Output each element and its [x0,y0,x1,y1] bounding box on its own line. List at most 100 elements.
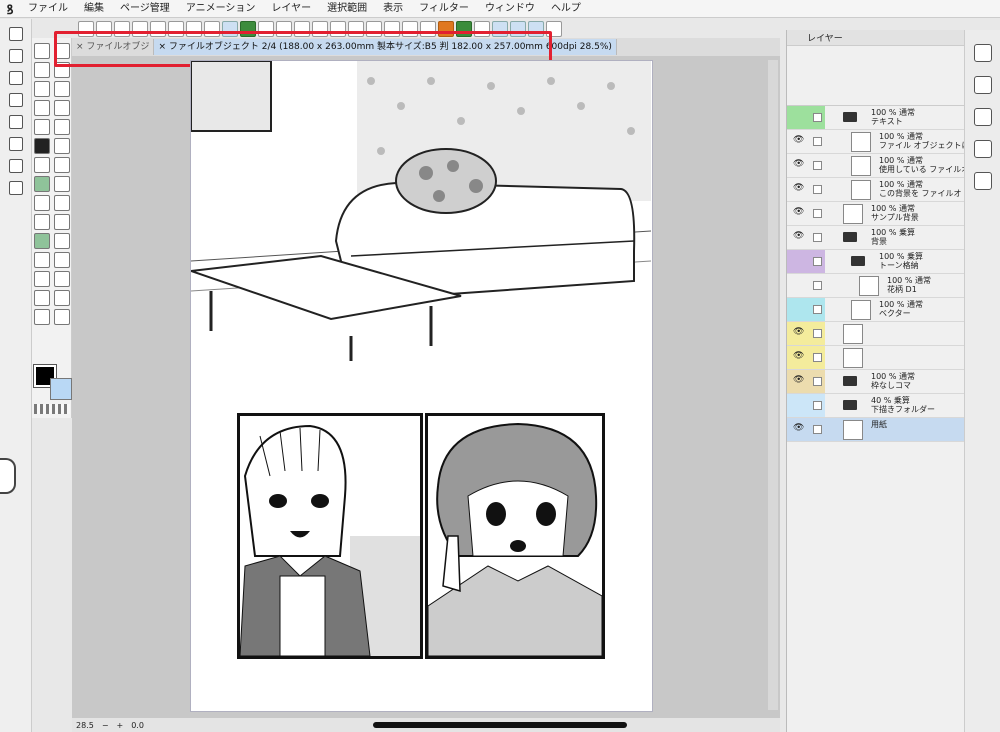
layer-row[interactable]: 👁 100 % 通常 この背景を ファイルオ [787,178,964,202]
search-icon[interactable] [8,181,23,195]
layer-row[interactable]: 👁 100 % 通常 枠なしコマ [787,370,964,394]
brush-tool-icon[interactable] [54,119,70,135]
layer-row[interactable]: 👁 100 % 通常 使用している ファイルオ [787,154,964,178]
dock-button-icon[interactable] [973,140,992,158]
menu-file[interactable]: ファイル [20,0,76,18]
pencil-tool-icon[interactable] [54,100,70,116]
layer-lock-box[interactable] [813,329,822,338]
pen-tool-icon[interactable] [34,100,50,116]
menu-edit[interactable]: 編集 [76,0,112,18]
material-dock-icon[interactable] [8,93,23,107]
layer-lock-box[interactable] [813,353,822,362]
eye-icon[interactable] [793,304,803,314]
zoom-value[interactable]: 28.5 [76,721,94,730]
fill-tool-icon[interactable] [54,81,70,97]
triangle-tool-icon[interactable] [54,233,70,249]
zoom-tool-icon[interactable] [34,43,50,59]
grass-tool-icon[interactable] [54,271,70,287]
layer-lock-box[interactable] [813,161,822,170]
move-tool-icon[interactable] [54,252,70,268]
eye-icon[interactable]: 👁 [793,136,804,146]
angle-value[interactable]: 0.0 [131,721,144,730]
eye-icon[interactable]: 👁 [793,328,804,338]
figure-tool-icon[interactable] [34,176,50,192]
eye-icon[interactable]: 👁 [793,352,804,362]
layer-row[interactable]: 👁 100 % 通常 ファイル オブジェクトに [787,130,964,154]
layer-row[interactable]: 👁 用紙 [787,418,964,442]
eye-icon[interactable] [793,400,803,410]
layer-lock-box[interactable] [813,257,822,266]
erase2-tool-icon[interactable] [34,119,50,135]
menu-window[interactable]: ウィンドウ [477,0,543,18]
layer-lock-box[interactable] [813,401,822,410]
zoom-out-button[interactable]: − [102,721,109,730]
frame-tool-icon[interactable] [54,195,70,211]
canvas-page[interactable] [190,60,653,712]
app-logo-icon[interactable]: ꝸ [0,0,20,18]
dropper-tool-icon[interactable] [34,195,50,211]
layer-row[interactable]: 100 % 通常 ベクター [787,298,964,322]
layer-lock-box[interactable] [813,425,822,434]
eye-icon[interactable] [793,280,803,290]
sub-dock-icon[interactable] [8,71,23,85]
menu-animation[interactable]: アニメーション [178,0,264,18]
history-dock-icon[interactable] [8,115,23,129]
correct-tool-icon[interactable] [54,290,70,306]
layer-row[interactable]: 👁 [787,322,964,346]
sparkle-tool-icon[interactable] [34,309,50,325]
eye-icon[interactable]: 👁 [793,208,804,218]
menu-view[interactable]: 表示 [375,0,411,18]
spiral-tool-icon[interactable] [54,138,70,154]
layer-lock-box[interactable] [813,305,822,314]
layer-row[interactable]: 100 % 通常 花柄 D1 [787,274,964,298]
layer-row[interactable]: 40 % 乗算 下描きフォルダー [787,394,964,418]
gradient-tool-icon[interactable] [54,157,70,173]
list-dock-icon[interactable] [8,137,23,151]
blend-tool-icon[interactable] [34,138,50,154]
drop-tool-icon[interactable] [34,81,50,97]
vertical-scrollbar[interactable] [768,60,778,710]
eye-icon[interactable] [793,256,803,266]
pen2-tool-icon[interactable] [34,290,50,306]
airbrush-tool-icon[interactable] [34,157,50,173]
shape-tool-icon[interactable] [34,252,50,268]
ruler-tool-icon[interactable] [54,176,70,192]
layer-row[interactable]: 100 % 通常 テキスト [787,106,964,130]
star-icon[interactable] [8,159,23,173]
smudge-tool-icon[interactable] [54,309,70,325]
eye-icon[interactable]: 👁 [793,376,804,386]
dock-button-icon[interactable] [973,44,992,62]
balloon-tool-icon[interactable] [54,214,70,230]
eye-icon[interactable] [793,112,803,122]
layer-lock-box[interactable] [813,185,822,194]
text-tool-icon[interactable] [34,214,50,230]
layer-dock-icon[interactable] [8,27,23,41]
menu-help[interactable]: ヘルプ [543,0,589,18]
zoom-in-button[interactable]: + [117,721,124,730]
layer-row[interactable]: 👁 100 % 乗算 背景 [787,226,964,250]
dock-button-icon[interactable] [973,108,992,126]
dock-button-icon[interactable] [973,172,992,190]
eye-icon[interactable]: 👁 [793,424,804,434]
select-tool-icon[interactable] [34,62,50,78]
layer-row[interactable]: 100 % 乗算 トーン格納 [787,250,964,274]
dock-button-icon[interactable] [973,76,992,94]
layer-lock-box[interactable] [813,209,822,218]
layer-lock-box[interactable] [813,377,822,386]
side-handle[interactable] [0,458,16,494]
menu-selection[interactable]: 選択範囲 [319,0,375,18]
nav-dock-icon[interactable] [8,49,23,63]
eye-icon[interactable]: 👁 [793,160,804,170]
line-tool-icon[interactable] [34,233,50,249]
layer-lock-box[interactable] [813,137,822,146]
eye-icon[interactable]: 👁 [793,184,804,194]
sub-color-swatch[interactable] [50,378,72,400]
layer-lock-box[interactable] [813,233,822,242]
cube-tool-icon[interactable] [34,271,50,287]
layer-lock-box[interactable] [813,281,822,290]
eye-icon[interactable]: 👁 [793,232,804,242]
menu-page[interactable]: ページ管理 [112,0,178,18]
layer-row[interactable]: 👁 100 % 通常 サンプル背景 [787,202,964,226]
menu-layer[interactable]: レイヤー [263,0,319,18]
menu-filter[interactable]: フィルター [411,0,477,18]
